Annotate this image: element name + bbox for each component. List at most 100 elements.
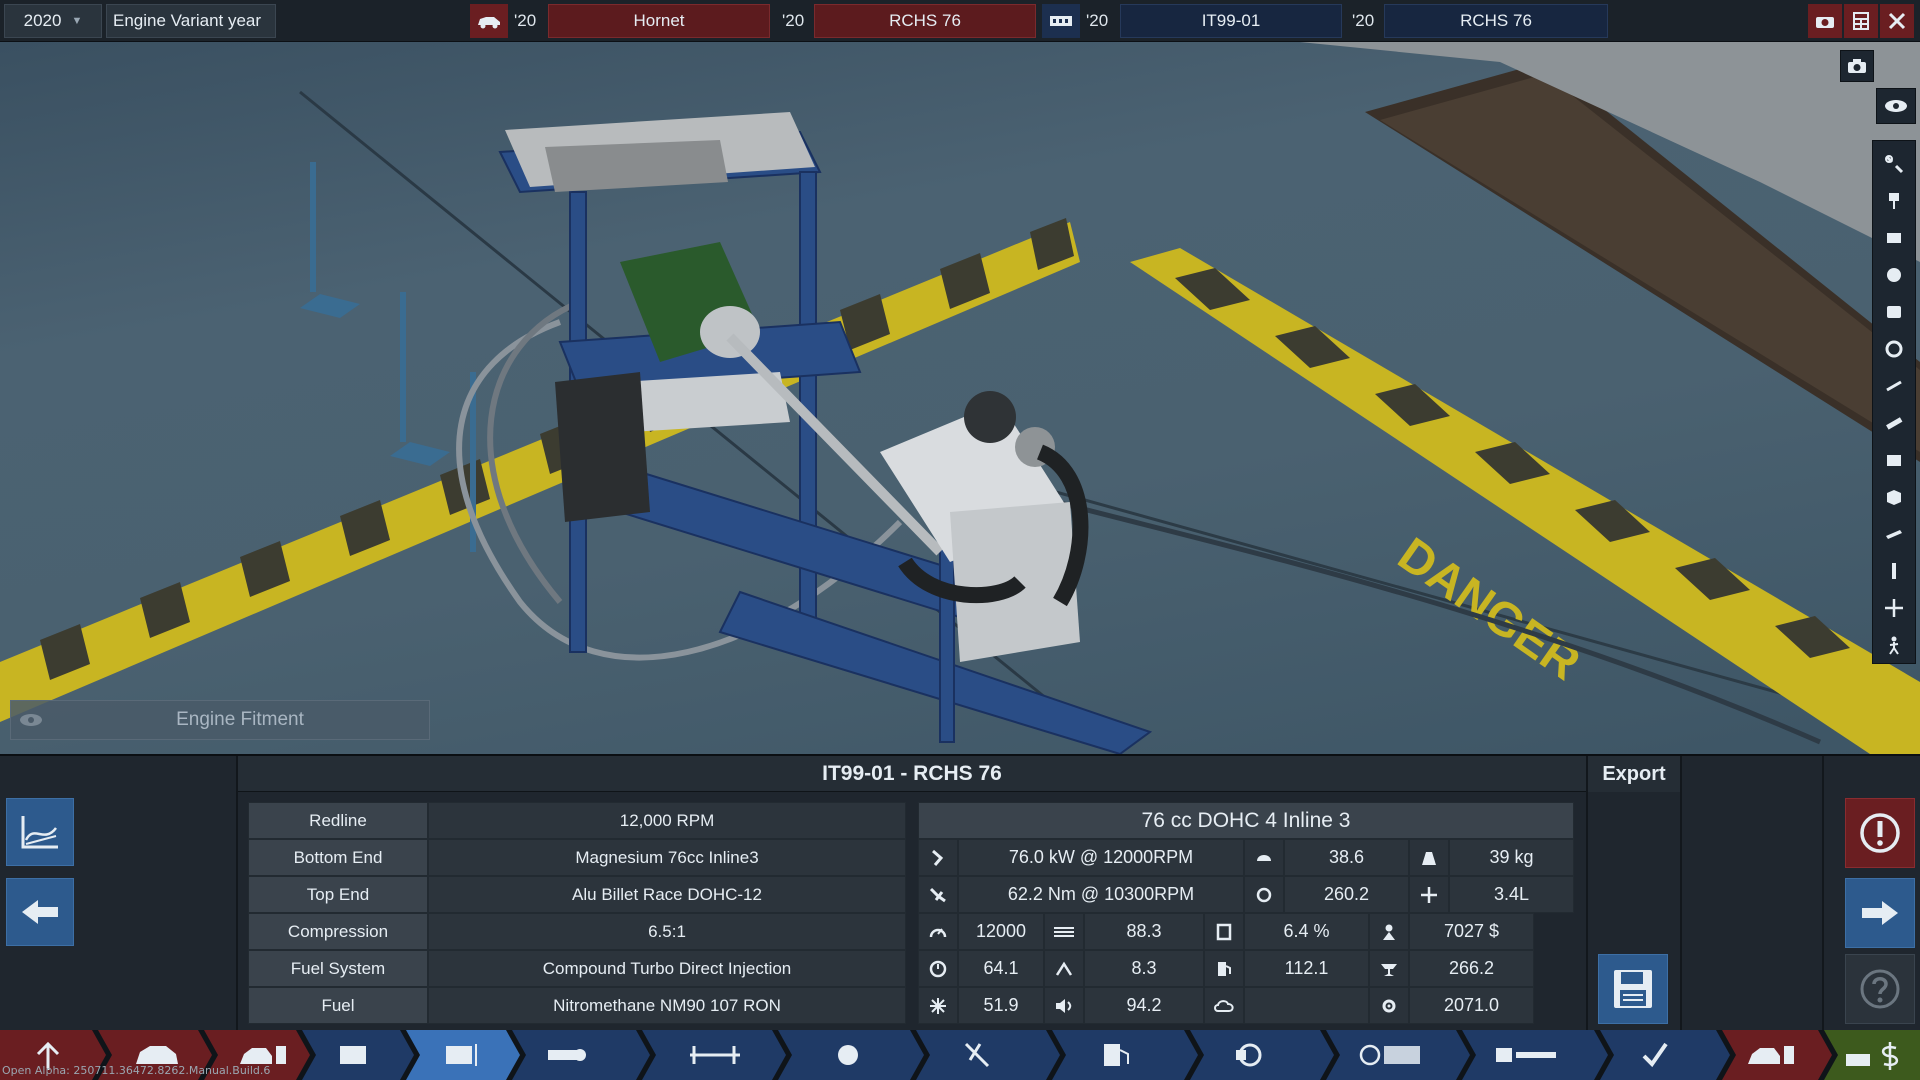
- spec-key: Compression: [248, 913, 428, 950]
- spec-row: Bottom End Magnesium 76cc Inline3: [248, 839, 906, 876]
- engine-viewport[interactable]: DANGER: [0, 42, 1920, 754]
- service-gear-icon: [1369, 987, 1409, 1024]
- stats-row: 62.2 Nm @ 10300RPM 260.2 3.4L: [918, 876, 1574, 913]
- export-button[interactable]: Export: [1588, 756, 1680, 792]
- graph-button[interactable]: [6, 798, 74, 866]
- spec-key: Fuel System: [248, 950, 428, 987]
- tool-person-button[interactable]: [1877, 628, 1911, 661]
- stats-row: 12000 88.3 6.4 % 7027 $: [918, 913, 1574, 950]
- warnings-button[interactable]: [1845, 798, 1915, 868]
- car-trim-year: '20: [782, 11, 805, 30]
- tool-plate-button[interactable]: [1877, 517, 1911, 550]
- tool-exhaust-button[interactable]: [1877, 369, 1911, 402]
- car-trim-slot[interactable]: RCHS 76: [814, 4, 1036, 38]
- spec-value: Nitromethane NM90 107 RON: [428, 987, 906, 1024]
- engine-variant-slot[interactable]: RCHS 76: [1384, 4, 1608, 38]
- graph-icon: [21, 816, 58, 849]
- spec-value: 12,000 RPM: [428, 802, 906, 839]
- screenshot-camera-button[interactable]: [1840, 50, 1874, 82]
- empty-value: [1244, 987, 1369, 1024]
- power-icon: [918, 839, 958, 876]
- panel-divider: [236, 756, 238, 1032]
- tool-gear-button[interactable]: [1877, 332, 1911, 365]
- tool-box-button[interactable]: [1877, 480, 1911, 513]
- visibility-toggle-button[interactable]: [1876, 88, 1916, 124]
- tachometer-icon: [918, 913, 958, 950]
- move-arrows-icon: [1885, 598, 1903, 617]
- size-value: 3.4L: [1449, 876, 1574, 913]
- help-button[interactable]: [1845, 954, 1915, 1024]
- anvil-icon: [1369, 950, 1409, 987]
- back-button[interactable]: [6, 878, 74, 946]
- tool-tail-button[interactable]: [1877, 554, 1911, 587]
- save-button[interactable]: [1598, 954, 1668, 1024]
- close-button[interactable]: [1880, 4, 1914, 38]
- panel-divider: [1822, 756, 1824, 1032]
- fuel-tank-icon: [1204, 913, 1244, 950]
- engine-fitment-toggle[interactable]: Engine Fitment: [10, 700, 430, 740]
- fuel-other-value: 112.1: [1244, 950, 1369, 987]
- nav-tab-market[interactable]: [1824, 1030, 1920, 1080]
- nav-tab-fuel[interactable]: [1052, 1030, 1198, 1080]
- engine-variant-year: '20: [1352, 11, 1375, 30]
- next-button[interactable]: [1845, 878, 1915, 948]
- tool-turbo-button[interactable]: [1877, 258, 1911, 291]
- airbox-icon: [1887, 454, 1901, 466]
- engine-family-slot[interactable]: IT99-01: [1120, 4, 1342, 38]
- build-version-text: Open Alpha: 250711.36472.8262.Manual.Bui…: [2, 1064, 271, 1077]
- tailpipe-icon: [1892, 562, 1896, 579]
- tool-move-button[interactable]: [1877, 591, 1911, 624]
- photo-mode-button[interactable]: [1808, 4, 1842, 38]
- spec-value: 6.5:1: [428, 913, 906, 950]
- tool-piston-button[interactable]: [1877, 184, 1911, 217]
- spec-value: Magnesium 76cc Inline3: [428, 839, 906, 876]
- efficiency-value: 8.3: [1084, 950, 1204, 987]
- car-selector-button[interactable]: [470, 4, 508, 38]
- tool-block-button[interactable]: [1877, 221, 1911, 254]
- engine-family-icon: [340, 1046, 366, 1064]
- turbo-icon: [838, 1045, 858, 1065]
- fitment-label: Engine Fitment: [176, 709, 304, 730]
- wrench-icon: [1885, 154, 1904, 173]
- warning-icon: [1860, 813, 1900, 853]
- camera-icon: [1816, 17, 1834, 28]
- cost-person-icon: [1369, 913, 1409, 950]
- panel-title: IT99-01 - RCHS 76: [238, 756, 1586, 792]
- tool-ruler-button[interactable]: [1877, 406, 1911, 439]
- engine-family-year: '20: [1086, 11, 1109, 30]
- nav-tab-exhaust[interactable]: [1190, 1030, 1334, 1080]
- calculator-button[interactable]: [1844, 4, 1878, 38]
- car-model-slot[interactable]: Hornet: [548, 4, 770, 38]
- fitment-eye-icon: [11, 701, 51, 739]
- cooling-value: 51.9: [958, 987, 1044, 1024]
- box-icon: [1887, 489, 1901, 505]
- fuel-pump-icon: [1204, 950, 1244, 987]
- stats-row: 64.1 8.3 112.1 266.2: [918, 950, 1574, 987]
- spec-row: Fuel System Compound Turbo Direct Injecti…: [248, 950, 906, 987]
- emissions-icon: [1244, 876, 1284, 913]
- nav-tab-intake[interactable]: [916, 1030, 1060, 1080]
- car-year: '20: [514, 11, 537, 30]
- year-dropdown[interactable]: 2020 ▼: [4, 4, 102, 38]
- stats-row: 51.9 94.2 2071.0: [918, 987, 1574, 1024]
- service-cost-value: 2071.0: [1409, 987, 1534, 1024]
- tool-head-button[interactable]: [1877, 295, 1911, 328]
- fuel-percent-value: 6.4 %: [1244, 913, 1369, 950]
- engine-stats: 76 cc DOHC 4 Inline 3 76.0 kW @ 12000RPM…: [918, 802, 1574, 1024]
- tool-wrench-button[interactable]: [1877, 147, 1911, 180]
- tool-airbox-button[interactable]: [1877, 443, 1911, 476]
- nav-tab-finalize[interactable]: [1600, 1030, 1730, 1080]
- spec-row: Redline 12,000 RPM: [248, 802, 906, 839]
- panel-divider: [1586, 756, 1588, 1032]
- engine-block-icon: [1887, 232, 1901, 243]
- efficiency-icon: [1044, 950, 1084, 987]
- turbo-icon: [1887, 267, 1901, 282]
- scene-render: DANGER: [0, 42, 1920, 754]
- spec-row: Top End Alu Billet Race DOHC-12: [248, 876, 906, 913]
- crankshaft-icon: [548, 1049, 586, 1061]
- close-icon: [1888, 12, 1906, 30]
- emission-cloud-icon: [1204, 987, 1244, 1024]
- power-value: 76.0 kW @ 12000RPM: [958, 839, 1244, 876]
- spec-key: Bottom End: [248, 839, 428, 876]
- engine-selector-button[interactable]: [1042, 4, 1080, 38]
